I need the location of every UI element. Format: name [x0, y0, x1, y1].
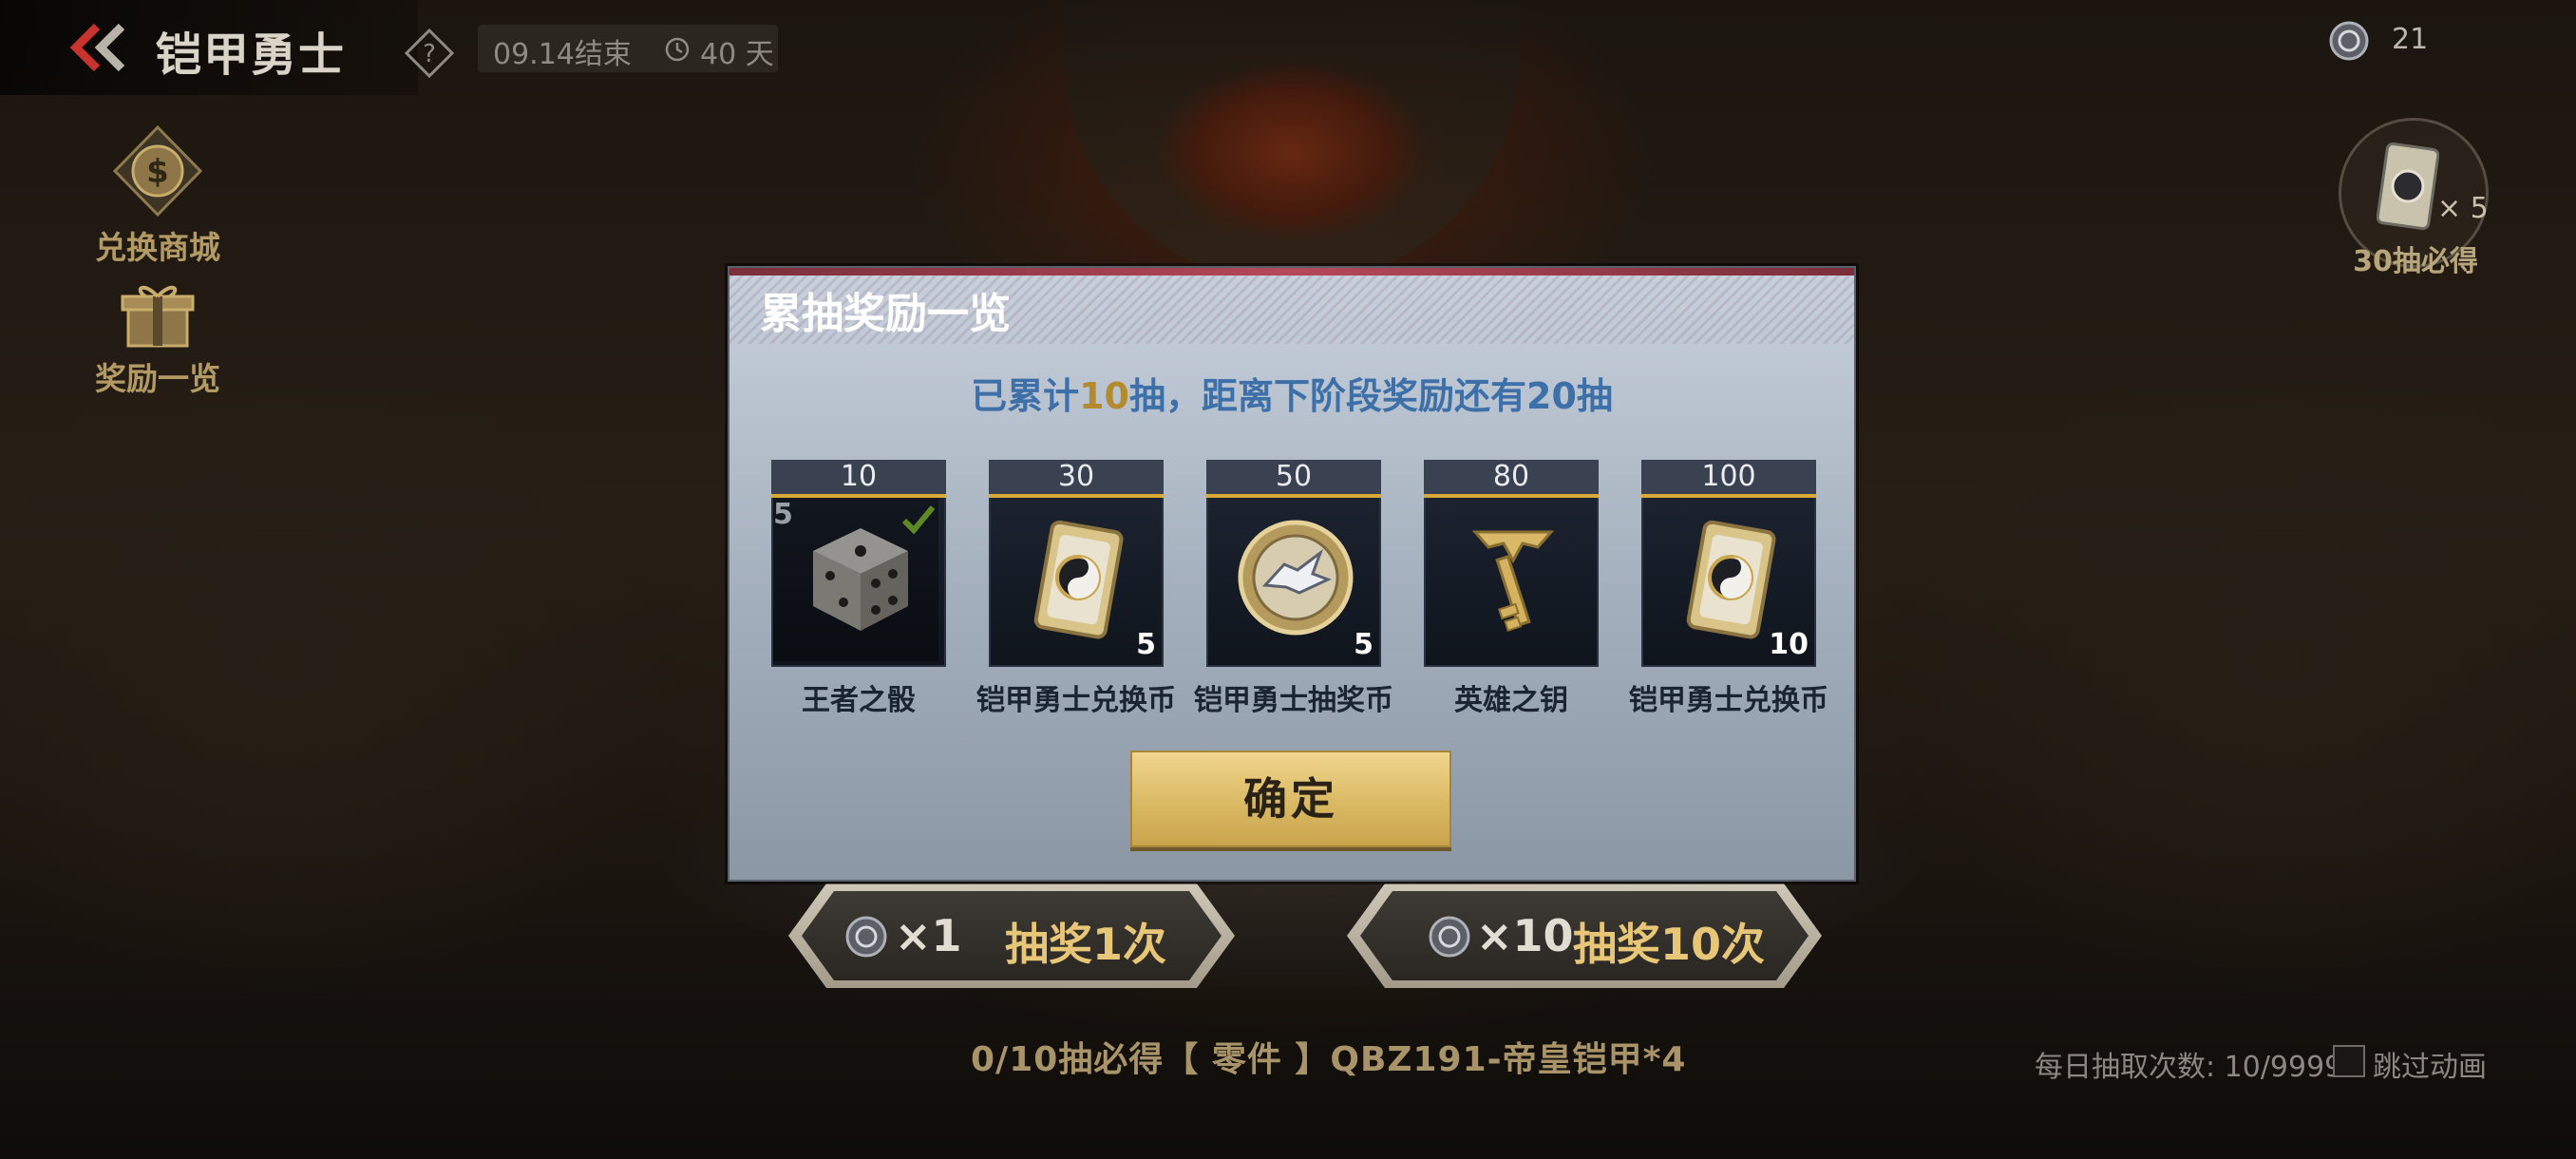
draw-ten-button[interactable]: ×10 抽奖10次	[1347, 884, 1822, 988]
exchange-coin-card-icon	[1033, 520, 1124, 639]
end-date: 09.14结束	[493, 38, 632, 71]
reward-name: 铠甲勇士兑换币	[976, 684, 1176, 717]
rewards-overview-button[interactable]: 奖励一览	[63, 281, 253, 399]
guarantee-text: 0/10抽必得【 零件 】QBZ191-帝皇铠甲*4	[971, 1040, 1687, 1079]
exchange-coin-card-icon	[1686, 520, 1776, 639]
help-icon[interactable]: ?	[405, 28, 454, 78]
reward-tile: 10	[1641, 498, 1816, 667]
dialog-top-strip	[729, 268, 1854, 276]
pity-label: 30抽必得	[2353, 245, 2478, 278]
confirm-button[interactable]: 确定	[1130, 750, 1451, 847]
hero-key-icon	[1471, 530, 1555, 632]
reward-tier[interactable]: 30 5 铠甲勇士兑换币	[976, 460, 1176, 718]
page-title: 铠甲勇士	[156, 28, 347, 82]
skip-animation-checkbox[interactable]	[2333, 1045, 2365, 1077]
draw-once-label: 抽奖1次	[1005, 919, 1167, 970]
gift-icon	[121, 285, 195, 348]
reward-threshold: 50	[1206, 460, 1381, 498]
reward-quantity: 10	[1769, 628, 1809, 661]
lottery-coin-icon	[1429, 916, 1470, 958]
draw-once-button[interactable]: ×1 抽奖1次	[788, 884, 1235, 988]
draw-progress-text: 已累计10抽，距离下阶段奖励还有20抽	[729, 367, 1854, 419]
lottery-coin-icon	[845, 916, 887, 958]
daily-draw-count: 每日抽取次数: 10/9999	[2035, 1051, 2343, 1084]
event-time-chip: 09.14结束 40 天	[478, 25, 778, 72]
progress-suffix: 抽，距离下阶段奖励还有20抽	[1129, 375, 1613, 417]
rewards-overview-label: 奖励一览	[95, 360, 220, 397]
reward-tier[interactable]: 10 5 王者之骰	[771, 460, 946, 718]
back-arrow-icon[interactable]	[68, 21, 127, 74]
days-left: 40 天	[700, 38, 774, 71]
clock-icon	[665, 37, 690, 62]
reward-tier[interactable]: 100 10 铠甲勇士兑换币	[1629, 460, 1828, 718]
lottery-coin-icon	[2329, 21, 2369, 61]
cumulative-rewards-dialog: 累抽奖励一览 已累计10抽，距离下阶段奖励还有20抽 10 5 王者之骰 30	[728, 266, 1856, 882]
progress-prefix: 已累计	[971, 375, 1080, 417]
svg-text:?: ?	[423, 40, 436, 68]
draw-ten-label: 抽奖10次	[1573, 919, 1766, 970]
reward-tier[interactable]: 50 5 铠甲勇士抽奖币	[1194, 460, 1393, 718]
reward-tile: 5	[1206, 498, 1381, 667]
currency-count: 21	[2392, 23, 2429, 56]
reward-quantity: 5	[1354, 628, 1373, 661]
reward-threshold: 100	[1641, 460, 1816, 498]
reward-name: 王者之骰	[802, 684, 916, 717]
reward-tile: 5	[771, 498, 946, 667]
reward-threshold: 10	[771, 460, 946, 498]
reward-quantity: 5	[773, 498, 938, 661]
progress-count: 10	[1079, 375, 1129, 417]
coin-shop-icon: $	[112, 124, 203, 218]
skip-animation-label: 跳过动画	[2373, 1051, 2487, 1084]
exchange-shop-label: 兑换商城	[95, 229, 220, 266]
draw-ten-cost: ×10	[1476, 910, 1574, 961]
draw-once-cost: ×1	[895, 910, 962, 961]
reward-tile: 5	[989, 498, 1164, 667]
reward-threshold: 80	[1424, 460, 1599, 498]
reward-tier[interactable]: 80 英雄之钥	[1424, 460, 1599, 718]
confirm-label: 确定	[1243, 773, 1338, 825]
dialog-title: 累抽奖励一览	[760, 290, 1011, 338]
pity-count: × 5	[2437, 192, 2489, 225]
reward-name: 铠甲勇士抽奖币	[1194, 684, 1393, 717]
lottery-coin-icon	[1238, 520, 1354, 636]
exchange-coin-card-icon	[2377, 142, 2439, 231]
svg-text:$: $	[146, 153, 169, 191]
exchange-shop-button[interactable]: $ 兑换商城	[63, 124, 253, 268]
reward-name: 英雄之钥	[1454, 684, 1568, 717]
reward-name: 铠甲勇士兑换币	[1629, 684, 1828, 717]
reward-tile	[1424, 498, 1599, 667]
pity-reward-widget[interactable]: × 5 30抽必得	[2325, 114, 2506, 278]
reward-quantity: 5	[1136, 628, 1156, 661]
reward-threshold: 30	[989, 460, 1164, 498]
